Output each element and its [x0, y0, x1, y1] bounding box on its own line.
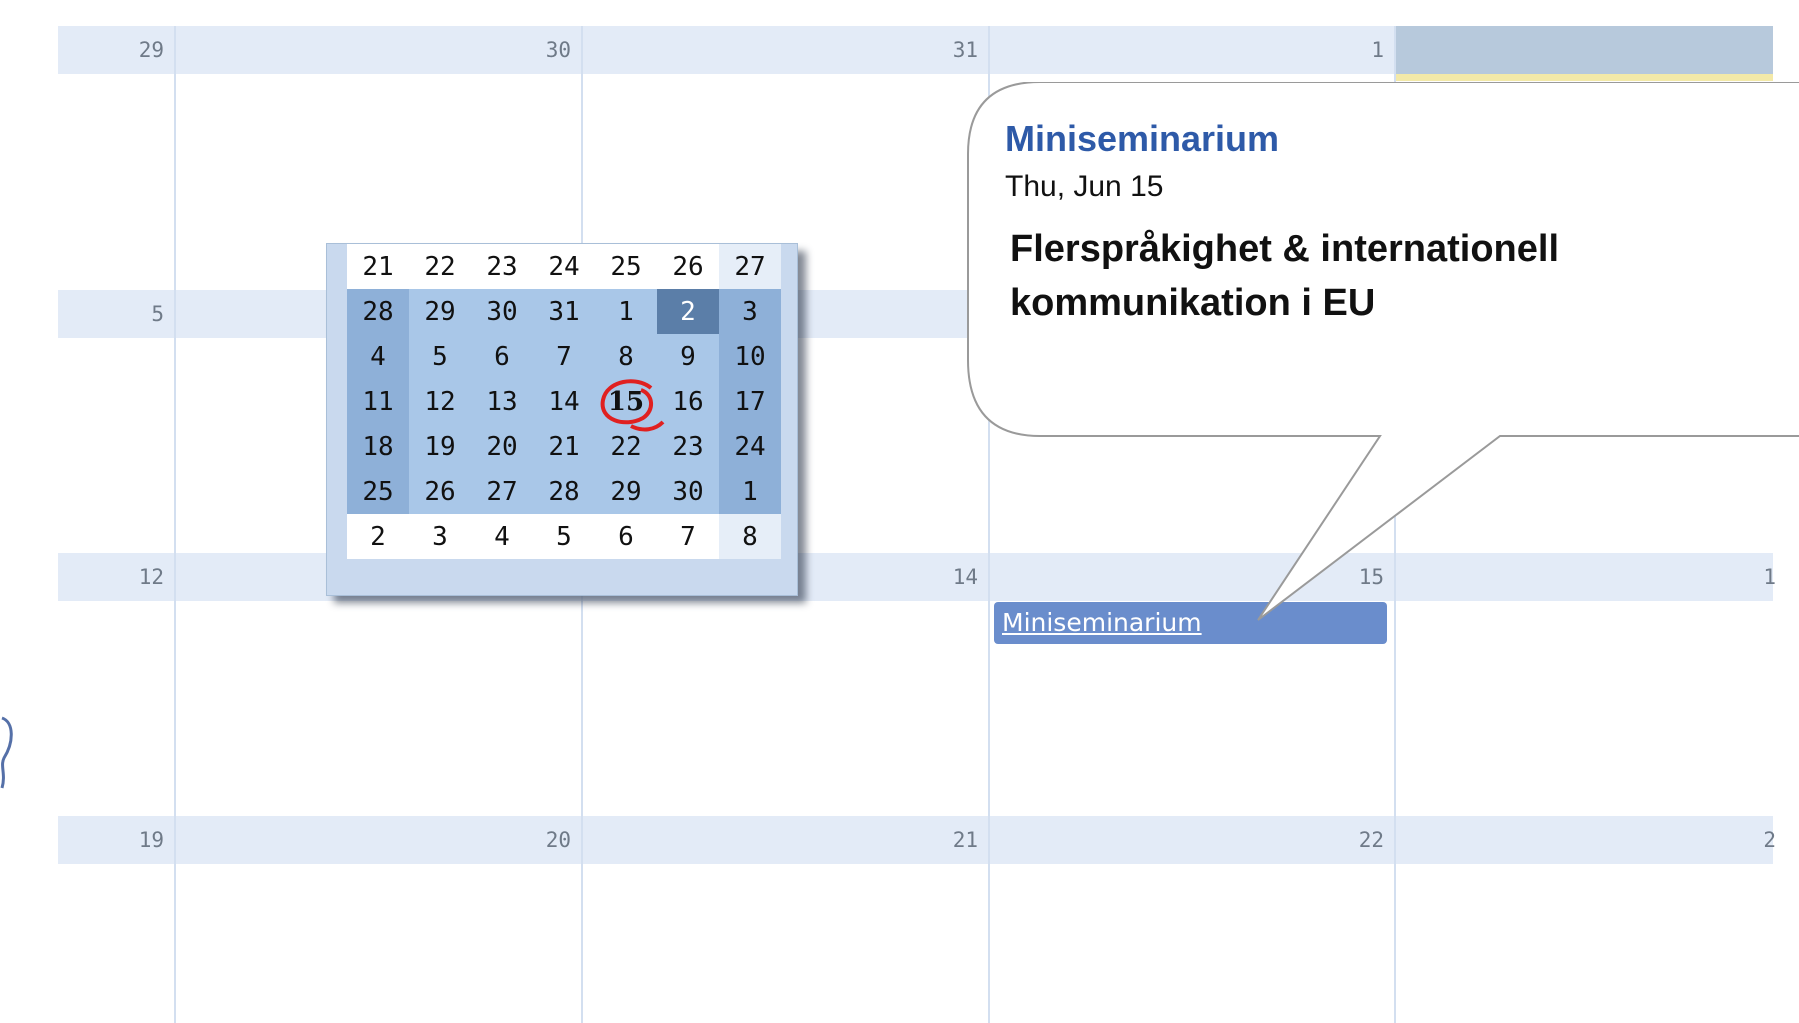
mini-calendar-day[interactable]: 17	[719, 379, 781, 424]
mini-calendar-day[interactable]: 31	[533, 289, 595, 334]
mini-calendar-day[interactable]: 18	[347, 424, 409, 469]
mini-calendar-day[interactable]: 26	[409, 469, 471, 514]
mini-calendar-day[interactable]: 28	[533, 469, 595, 514]
selected-day-header	[1396, 26, 1773, 74]
day-number[interactable]: 29	[58, 26, 164, 74]
mini-calendar-day[interactable]: 1	[719, 469, 781, 514]
mini-calendar-day[interactable]: 1	[595, 289, 657, 334]
mini-calendar-day[interactable]: 23	[471, 244, 533, 289]
mini-calendar-week: 25 26 27 28 29 30 1	[347, 469, 781, 514]
mini-calendar-day[interactable]: 7	[533, 334, 595, 379]
mini-calendar-day[interactable]: 26	[657, 244, 719, 289]
mini-calendar-week: 18 19 20 21 22 23 24	[347, 424, 781, 469]
mini-calendar-day[interactable]: 21	[347, 244, 409, 289]
day-number[interactable]: 1	[990, 26, 1384, 74]
mini-calendar-day[interactable]: 4	[471, 514, 533, 559]
mini-calendar-day[interactable]: 3	[409, 514, 471, 559]
mini-calendar-day[interactable]: 9	[657, 334, 719, 379]
mini-calendar-day[interactable]: 5	[533, 514, 595, 559]
mini-calendar-day[interactable]: 12	[409, 379, 471, 424]
mini-calendar-day[interactable]: 24	[719, 424, 781, 469]
day-number[interactable]: 19	[58, 816, 164, 864]
mini-calendar-week: 21 22 23 24 25 26 27	[347, 244, 781, 289]
day-number[interactable]: 12	[58, 553, 164, 601]
mini-calendar-day[interactable]: 10	[719, 334, 781, 379]
mini-calendar-day[interactable]: 20	[471, 424, 533, 469]
mini-calendar-day[interactable]: 27	[471, 469, 533, 514]
mini-calendar-week: 4 5 6 7 8 9 10	[347, 334, 781, 379]
mini-calendar-grid: 21 22 23 24 25 26 27 28 29 30 31 1 2 3 4…	[347, 244, 781, 559]
day-number[interactable]: 2	[1396, 816, 1776, 864]
mini-calendar-day[interactable]: 29	[595, 469, 657, 514]
day-number[interactable]: 22	[990, 816, 1384, 864]
event-popup-date: Thu, Jun 15	[1005, 170, 1164, 203]
mini-calendar-day[interactable]: 22	[409, 244, 471, 289]
mini-calendar-day[interactable]: 8	[719, 514, 781, 559]
mini-calendar-day[interactable]: 2	[347, 514, 409, 559]
day-number[interactable]: 21	[583, 816, 978, 864]
day-number[interactable]: 31	[583, 26, 978, 74]
mini-calendar-day[interactable]: 7	[657, 514, 719, 559]
mini-calendar-day[interactable]: 11	[347, 379, 409, 424]
mini-calendar-day[interactable]: 25	[347, 469, 409, 514]
mini-calendar-day[interactable]: 6	[471, 334, 533, 379]
mini-calendar-day[interactable]: 30	[657, 469, 719, 514]
mini-calendar-day[interactable]: 29	[409, 289, 471, 334]
column-divider	[174, 26, 176, 1023]
mini-calendar-week: 2 3 4 5 6 7 8	[347, 514, 781, 559]
mini-calendar-day-selected[interactable]: 2	[657, 289, 719, 334]
mini-calendar-day[interactable]: 19	[409, 424, 471, 469]
mini-calendar-day[interactable]: 27	[719, 244, 781, 289]
day-number[interactable]: 5	[58, 290, 164, 338]
mini-calendar-day[interactable]: 28	[347, 289, 409, 334]
event-popup-title[interactable]: Miniseminarium	[1005, 118, 1279, 160]
day-number[interactable]: 30	[176, 26, 571, 74]
event-popup-bubble	[967, 82, 1799, 621]
mini-calendar-day[interactable]: 13	[471, 379, 533, 424]
mini-calendar-day[interactable]: 4	[347, 334, 409, 379]
mini-calendar-day[interactable]: 25	[595, 244, 657, 289]
event-popup-description: Flerspråkighet & internationell kommunik…	[1010, 228, 1559, 324]
mini-calendar-day[interactable]: 14	[533, 379, 595, 424]
mini-calendar-week: 11 12 13 14 15 16 17	[347, 379, 781, 424]
selected-day-highlight	[1396, 74, 1773, 81]
day-number[interactable]: 20	[176, 816, 571, 864]
mini-calendar-day[interactable]: 30	[471, 289, 533, 334]
mini-calendar-day[interactable]: 8	[595, 334, 657, 379]
mini-calendar-day[interactable]: 6	[595, 514, 657, 559]
mini-calendar-day[interactable]: 5	[409, 334, 471, 379]
mini-calendar-day[interactable]: 3	[719, 289, 781, 334]
mini-calendar-day[interactable]: 21	[533, 424, 595, 469]
today-circle-icon	[600, 379, 665, 432]
decorative-squiggle-icon	[0, 716, 13, 789]
mini-calendar: 21 22 23 24 25 26 27 28 29 30 31 1 2 3 4…	[326, 243, 798, 596]
mini-calendar-week: 28 29 30 31 1 2 3	[347, 289, 781, 334]
mini-calendar-day[interactable]: 24	[533, 244, 595, 289]
